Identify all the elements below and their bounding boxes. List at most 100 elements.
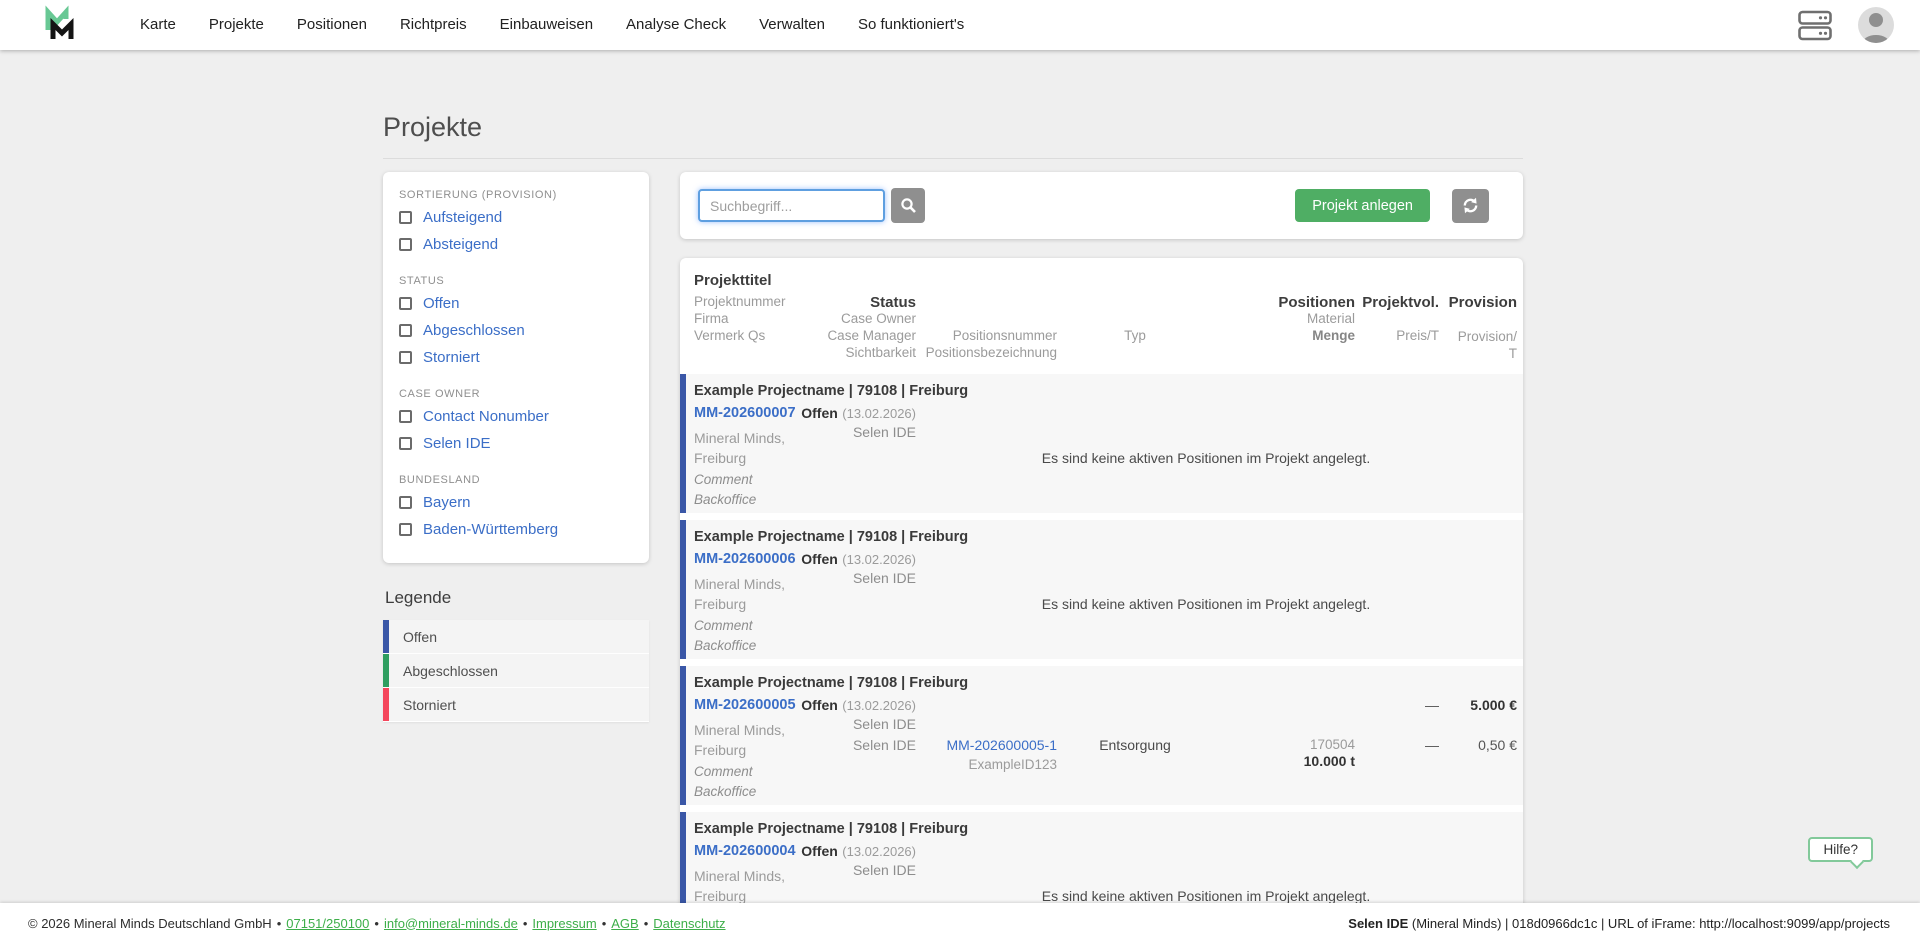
- position-number-block: MM-202600005-1 ExampleID123: [946, 737, 1057, 782]
- filter-section-heading: CASE OWNER: [399, 388, 481, 400]
- separator-dot: •: [601, 915, 607, 931]
- project-provision-total: 5.000 €: [1470, 697, 1517, 713]
- col-menge: Menge: [1312, 328, 1355, 343]
- status-text: Offen: [801, 551, 838, 567]
- filter-option-aufsteigend[interactable]: Aufsteigend: [399, 204, 633, 231]
- project-comment: Comment Backoffice: [694, 472, 757, 507]
- status-date: (13.02.2026): [842, 552, 916, 567]
- checkbox-abgeschlossen[interactable]: [399, 324, 412, 337]
- projects-table: Projekttitel Projektnummer Firma Vermerk…: [680, 258, 1523, 903]
- filter-option-offen[interactable]: Offen: [399, 290, 633, 317]
- help-label: Hilfe?: [1823, 842, 1858, 857]
- footer: © 2026 Mineral Minds Deutschland GmbH • …: [0, 903, 1920, 943]
- col-vermerk-qs: Vermerk Qs: [694, 328, 766, 343]
- checkbox-offen[interactable]: [399, 297, 412, 310]
- checkbox-contact-nonumber[interactable]: [399, 410, 412, 423]
- position-menge: 10.000 t: [1303, 753, 1355, 769]
- nav-item-einbauweisen[interactable]: Einbauweisen: [486, 0, 607, 50]
- status-date: (13.02.2026): [842, 406, 916, 421]
- position-type: Entsorgung: [1099, 737, 1171, 753]
- help-button[interactable]: Hilfe?: [1808, 837, 1873, 870]
- checkbox-baden-wuerttemberg[interactable]: [399, 523, 412, 536]
- session-info: Selen IDE (Mineral Minds) | 018d0966dc1c…: [1348, 916, 1890, 931]
- project-company: Mineral Minds, Freiburg: [694, 868, 786, 903]
- legend-item-abgeschlossen: Abgeschlossen: [383, 654, 649, 688]
- search-toolbar: Projekt anlegen: [680, 172, 1523, 239]
- project-comment: Comment Backoffice: [694, 618, 757, 653]
- filter-option-bayern[interactable]: Bayern: [399, 489, 633, 516]
- position-number-link[interactable]: MM-202600005-1: [946, 737, 1057, 753]
- checkbox-selen-ide[interactable]: [399, 437, 412, 450]
- nav-item-richtpreis[interactable]: Richtpreis: [386, 0, 481, 50]
- projects-main-column: Projekt anlegen Projekttitel: [680, 172, 1523, 903]
- avatar-icon[interactable]: [1858, 7, 1894, 43]
- project-title: Example Projectname | 79108 | Freiburg: [694, 383, 969, 399]
- filter-option-absteigend[interactable]: Absteigend: [399, 231, 633, 258]
- search-input[interactable]: [698, 189, 885, 222]
- position-material-block: 170504 10.000 t: [1304, 737, 1355, 782]
- search-button[interactable]: [891, 188, 925, 223]
- separator-dot: •: [643, 915, 649, 931]
- separator-dot: •: [522, 915, 528, 931]
- filter-section-heading: SORTIERUNG (PROVISION): [399, 189, 557, 201]
- position-material: 170504: [1309, 737, 1355, 752]
- project-number-link[interactable]: MM-202600006: [680, 551, 820, 574]
- filter-sidebar: SORTIERUNG (PROVISION) Aufsteigend Abste…: [383, 172, 649, 722]
- footer-impressum-link[interactable]: Impressum: [532, 916, 596, 931]
- filter-option-selen-ide[interactable]: Selen IDE: [399, 430, 633, 457]
- server-icon[interactable]: [1798, 10, 1832, 41]
- legend-label: Offen: [403, 628, 437, 645]
- refresh-button[interactable]: [1452, 188, 1489, 223]
- footer-datenschutz-link[interactable]: Datenschutz: [653, 916, 725, 931]
- status-color-bar: [680, 666, 686, 805]
- filter-option-contact-nonumber[interactable]: Contact Nonumber: [399, 403, 633, 430]
- footer-agb-link[interactable]: AGB: [611, 916, 638, 931]
- separator-dot: •: [374, 915, 379, 931]
- mineral-minds-logo-icon: [45, 5, 74, 39]
- col-case-owner: Case Owner: [840, 311, 916, 326]
- separator-dot: •: [276, 915, 282, 931]
- filter-card: SORTIERUNG (PROVISION) Aufsteigend Abste…: [383, 172, 649, 563]
- no-positions-message: Es sind keine aktiven Positionen im Proj…: [1041, 887, 1371, 904]
- checkbox-storniert[interactable]: [399, 351, 412, 364]
- legend-color-offen: [383, 620, 389, 653]
- checkbox-absteigend[interactable]: [399, 238, 412, 251]
- nav-item-verwalten[interactable]: Verwalten: [745, 0, 839, 50]
- checkbox-aufsteigend[interactable]: [399, 211, 412, 224]
- col-projektnummer: Projektnummer: [694, 294, 786, 309]
- table-row: Example Projectname | 79108 | Freiburg M…: [680, 666, 1523, 805]
- footer-phone-link[interactable]: 07151/250100: [286, 916, 369, 931]
- filter-label: Bayern: [423, 494, 471, 511]
- nav-item-positionen[interactable]: Positionen: [283, 0, 381, 50]
- filter-label: Contact Nonumber: [423, 408, 549, 425]
- project-number-link[interactable]: MM-202600007: [680, 405, 820, 428]
- project-company: Mineral Minds, Freiburg: [694, 576, 786, 612]
- session-details: (Mineral Minds) | 018d0966dc1c | URL of …: [1408, 915, 1890, 931]
- legend-label: Abgeschlossen: [403, 662, 498, 679]
- top-navbar: Karte Projekte Positionen Richtpreis Ein…: [0, 0, 1920, 50]
- nav-item-karte[interactable]: Karte: [126, 0, 190, 50]
- col-positionsnummer: Positionsnummer: [952, 328, 1057, 343]
- filter-label: Offen: [423, 295, 460, 312]
- status-color-bar: [680, 520, 686, 659]
- nav-item-so-funktionierts[interactable]: So funktioniert's: [844, 0, 978, 50]
- nav-item-analyse-check[interactable]: Analyse Check: [612, 0, 740, 50]
- status-text: Offen: [801, 405, 838, 421]
- status-date: (13.02.2026): [842, 844, 916, 859]
- filter-option-abgeschlossen[interactable]: Abgeschlossen: [399, 317, 633, 344]
- legend-list: Offen Abgeschlossen Storniert: [383, 620, 649, 722]
- main-nav: Karte Projekte Positionen Richtpreis Ein…: [126, 0, 983, 50]
- project-title: Example Projectname | 79108 | Freiburg: [694, 675, 969, 691]
- nav-item-projekte[interactable]: Projekte: [195, 0, 278, 50]
- magnifier-icon: [900, 198, 916, 213]
- filter-option-storniert[interactable]: Storniert: [399, 344, 633, 371]
- checkbox-bayern[interactable]: [399, 496, 412, 509]
- create-project-button[interactable]: Projekt anlegen: [1295, 189, 1430, 222]
- filter-option-baden-wuerttemberg[interactable]: Baden-Württemberg: [399, 516, 633, 543]
- project-number-link[interactable]: MM-202600005: [680, 697, 820, 720]
- project-number-link[interactable]: MM-202600004: [680, 843, 820, 866]
- col-provision-t: Provision/T: [1457, 329, 1517, 361]
- legend-item-offen: Offen: [383, 620, 649, 654]
- footer-email-link[interactable]: info@mineral-minds.de: [384, 916, 518, 931]
- legend-label: Storniert: [403, 696, 456, 713]
